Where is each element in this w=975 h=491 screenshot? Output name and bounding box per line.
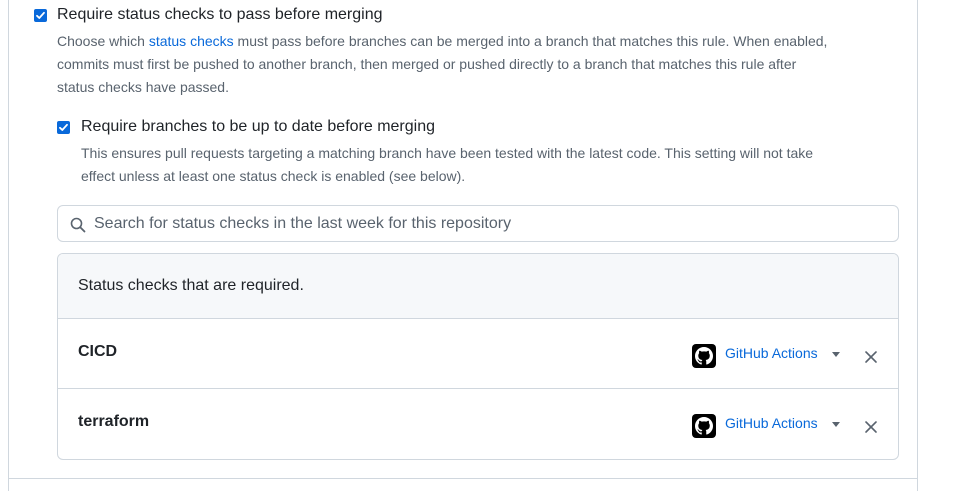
caret-down-icon[interactable] (832, 422, 840, 427)
required-checks-header-text: Status checks that are required. (78, 277, 304, 294)
desc-line: commits must first be pushed to another … (57, 56, 797, 72)
desc-line: This ensures pull requests targeting a m… (81, 145, 814, 161)
github-logo-icon (692, 414, 716, 438)
required-checks-header: Status checks that are required. (58, 254, 898, 319)
require-up-to-date-label[interactable]: Require branches to be up to date before… (81, 118, 435, 136)
search-placeholder: Search for status checks in the last wee… (94, 215, 512, 232)
status-check-search-input[interactable]: Search for status checks in the last wee… (57, 205, 899, 242)
search-icon (70, 217, 86, 233)
desc-text: Choose which (57, 33, 149, 49)
app-selector[interactable]: GitHub Actions (725, 345, 818, 361)
required-checks-list: Status checks that are required. CICD Gi… (57, 253, 899, 460)
require-status-checks-description: Choose which status checks must pass bef… (57, 30, 907, 99)
check-name: terraform (78, 413, 150, 430)
github-logo-icon (692, 344, 716, 368)
require-status-checks-label[interactable]: Require status checks to pass before mer… (57, 6, 383, 24)
checkbox-checked-icon (36, 11, 45, 19)
require-up-to-date-checkbox[interactable] (57, 121, 70, 134)
app-selector[interactable]: GitHub Actions (725, 415, 818, 431)
panel-divider (9, 478, 917, 479)
close-icon[interactable] (864, 420, 878, 434)
desc-line: effect unless at least one status check … (81, 168, 466, 184)
check-name: CICD (78, 343, 118, 360)
list-item: CICD GitHub Actions (58, 318, 898, 388)
list-item: terraform GitHub Actions (58, 389, 898, 459)
desc-text: must pass before branches can be merged … (233, 33, 828, 49)
caret-down-icon[interactable] (832, 352, 840, 357)
status-checks-link[interactable]: status checks (149, 33, 234, 49)
require-status-checks-checkbox[interactable] (34, 9, 47, 22)
desc-line: status checks have passed. (57, 79, 229, 95)
require-up-to-date-description: This ensures pull requests targeting a m… (81, 142, 911, 188)
checkbox-checked-icon (59, 123, 68, 131)
close-icon[interactable] (864, 350, 878, 364)
